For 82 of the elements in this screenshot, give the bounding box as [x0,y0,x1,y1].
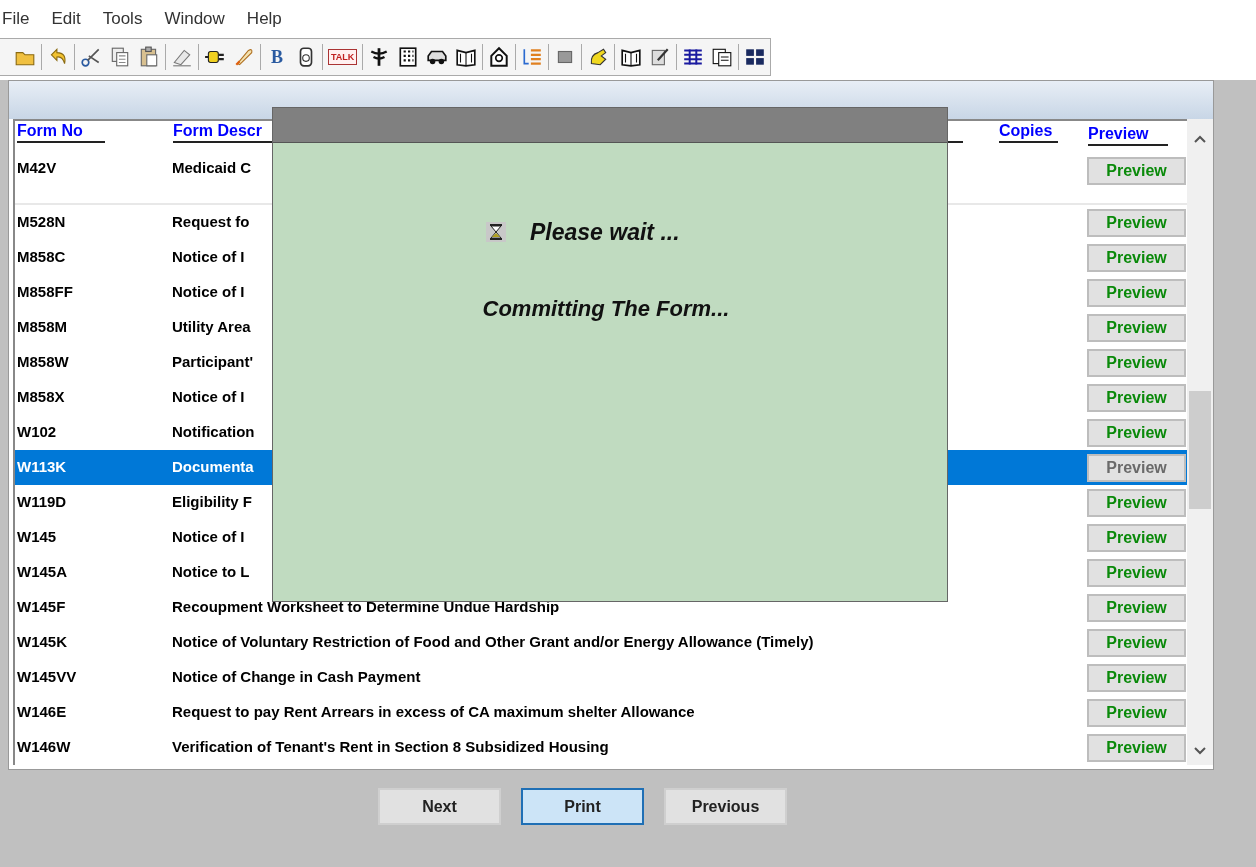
preview-button[interactable]: Preview [1087,157,1186,185]
scroll-thumb[interactable] [1189,391,1211,509]
column-header[interactable]: Preview [1088,124,1168,146]
form-description: Verification of Tenant's Rent in Section 8 Subsidized Housing [172,737,609,758]
form-number: W113K [16,457,68,478]
form-description: Notice to L [172,562,250,583]
form-description: Recoupment Worksheet to Determine Undue Hardship [172,597,560,618]
preview-button[interactable]: Preview [1087,733,1186,762]
preview-button[interactable]: Preview [1087,418,1186,447]
menu-item[interactable]: Tools [102,6,143,32]
form-description: Eligibility F [172,492,252,513]
form-number: W145 [16,527,58,548]
form-number: M858X [16,387,66,408]
list-icon[interactable] [521,46,544,68]
scissors-icon[interactable] [80,46,102,68]
form-description: Notice of I [172,247,245,268]
form-number: W119D [16,492,68,513]
form-description: Notice of I [172,527,245,548]
document-icon[interactable] [711,46,734,68]
preview-button[interactable]: Preview [1087,663,1186,692]
preview-button[interactable]: Preview [1087,383,1186,412]
form-description: Utility Area [172,317,251,338]
form-number: M528N [16,212,67,233]
paste-icon[interactable] [138,46,160,68]
menu-item[interactable]: Edit [51,6,81,32]
tiles-icon[interactable] [744,46,767,68]
house-icon[interactable] [488,46,511,68]
status-message: Committing The Form... [482,294,730,323]
form-number: M42V [16,158,58,178]
form-number: W145K [16,632,69,653]
bold-button[interactable]: B [266,43,288,71]
preview-button[interactable]: Preview [1087,488,1186,517]
form-number: W146E [16,702,68,723]
form-number: M858M [16,317,69,338]
book-icon[interactable] [620,46,643,68]
wait-message: Please wait ... [530,218,680,247]
form-description: Notice of I [172,387,245,408]
preview-button[interactable]: Preview [1087,278,1186,307]
form-description: Participant' [172,352,254,373]
preview-button[interactable]: Preview [1087,558,1186,587]
form-description: Documenta [172,457,254,478]
form-number: W146W [16,737,72,758]
column-header[interactable]: Copies [999,121,1058,143]
preview-button[interactable]: Preview [1087,243,1186,272]
preview-button[interactable]: Preview [1087,453,1186,482]
action-button[interactable]: Next [378,788,501,825]
preview-button[interactable]: Preview [1087,523,1186,552]
copy-icon[interactable] [109,46,131,68]
preview-button[interactable]: Preview [1087,628,1186,657]
preview-button[interactable]: Preview [1087,698,1186,727]
form-description: Notice of Change in Cash Payment [172,667,421,688]
talk-button[interactable]: TALK [328,49,358,65]
form-number: M858C [16,247,67,268]
form-number: W145F [16,597,67,618]
form-number: M858FF [16,282,74,303]
form-number: W145VV [16,667,78,688]
preview-button[interactable]: Preview [1087,593,1186,622]
hourglass-icon [486,222,506,243]
form-description: Notice of Voluntary Restriction of Food and Other Grant and/or Energy Allowance (Timely) [172,632,814,653]
menu-item[interactable]: File [2,6,30,32]
preview-button[interactable]: Preview [1087,313,1186,342]
grid-icon[interactable] [682,46,705,68]
scroll-up-icon[interactable] [1194,135,1206,143]
column-header[interactable]: Form No [17,121,105,143]
form-description: Medicaid C [172,158,252,178]
action-button[interactable]: Print [521,788,644,825]
form-number: W145A [16,562,69,583]
building-icon[interactable] [397,46,420,68]
book-icon[interactable] [455,46,478,68]
scroll-down-icon[interactable] [1194,747,1206,755]
form-number: W102 [16,422,58,443]
preview-button[interactable]: Preview [1087,208,1186,237]
form-description: Request to pay Rent Arrears in excess of CA maximum shelter Allowance [172,702,695,723]
menu-item[interactable]: Help [246,6,282,32]
menu-item[interactable]: Window [164,6,225,32]
action-button[interactable]: Previous [664,788,787,825]
form-description: Request fo [172,212,250,233]
form-number: M858W [16,352,70,373]
scrollbar[interactable] [1187,119,1213,765]
form-description: Notification [172,422,255,443]
form-description: Notice of I [172,282,245,303]
preview-button[interactable]: Preview [1087,348,1186,377]
